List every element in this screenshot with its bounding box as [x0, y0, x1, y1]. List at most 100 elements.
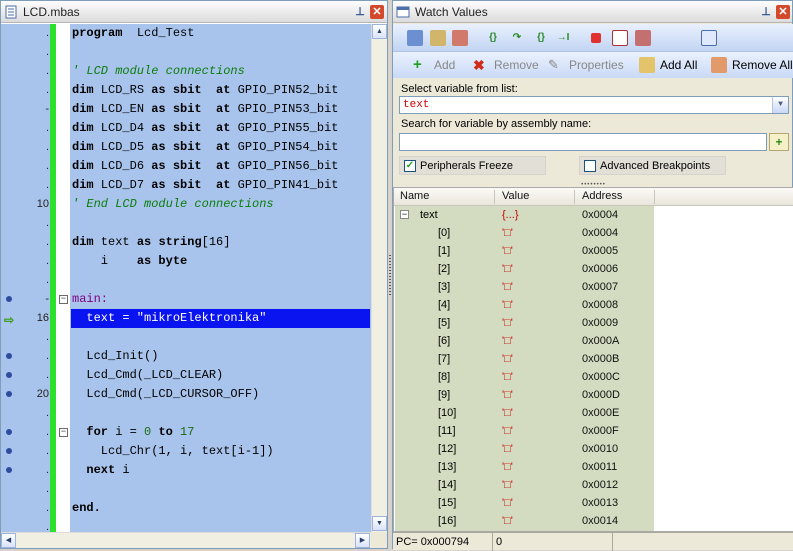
- watch-value[interactable]: '□': [502, 260, 513, 278]
- code-line[interactable]: 16 ⇨ text = "mikroElektronika": [1, 309, 371, 328]
- properties-button[interactable]: ✎ Properties: [548, 56, 624, 74]
- close-editor-button[interactable]: ✕: [370, 5, 384, 19]
- column-separator[interactable]: [494, 190, 495, 204]
- scroll-right-icon[interactable]: ▶: [355, 533, 370, 548]
- breakpoints-list-icon[interactable]: [612, 30, 628, 46]
- code-line[interactable]: . dim LCD_D6 as sbit at GPIO_PIN56_bit: [1, 157, 371, 176]
- watch-value[interactable]: '□': [502, 278, 513, 296]
- watch-row[interactable]: [15] '□' 0x0013: [394, 494, 793, 512]
- code-line[interactable]: . dim LCD_RS as sbit at GPIO_PIN52_bit: [1, 81, 371, 100]
- close-watch-button[interactable]: ✕: [776, 5, 790, 19]
- column-header-name[interactable]: Name: [400, 190, 429, 202]
- code-line[interactable]: .: [1, 404, 371, 423]
- scroll-down-icon[interactable]: ▼: [372, 516, 387, 531]
- advanced-breakpoints-checkbox[interactable]: Advanced Breakpoints: [579, 156, 726, 175]
- watch-row[interactable]: − text {...} 0x0004: [394, 206, 793, 224]
- breakpoint-marker-icon[interactable]: [6, 372, 12, 378]
- column-separator[interactable]: [574, 190, 575, 204]
- watch-row[interactable]: [14] '□' 0x0012: [394, 476, 793, 494]
- add-variable-icon[interactable]: +: [769, 133, 789, 151]
- watch-row[interactable]: [13] '□' 0x0011: [394, 458, 793, 476]
- code-area[interactable]: . program Lcd_Test.. ' LCD module connecti…: [1, 24, 371, 532]
- watch-value[interactable]: '□': [502, 422, 513, 440]
- scroll-up-icon[interactable]: ▲: [372, 24, 387, 39]
- step-into-icon[interactable]: {}: [485, 30, 501, 46]
- editor-horizontal-scrollbar[interactable]: ◀ ▶: [1, 532, 371, 548]
- variable-select[interactable]: text ▼: [399, 96, 789, 114]
- add-button[interactable]: + Add: [413, 56, 455, 74]
- code-line[interactable]: .: [1, 518, 371, 532]
- watch-value[interactable]: '□': [502, 476, 513, 494]
- breakpoint-marker-icon[interactable]: [6, 448, 12, 454]
- watch-value[interactable]: '□': [502, 224, 513, 242]
- step-out-icon[interactable]: {}: [533, 30, 549, 46]
- watch-row[interactable]: [0] '□' 0x0004: [394, 224, 793, 242]
- column-header-value[interactable]: Value: [502, 190, 529, 202]
- peripherals-freeze-checkbox[interactable]: ✓ Peripherals Freeze: [399, 156, 546, 175]
- watch-row[interactable]: [2] '□' 0x0006: [394, 260, 793, 278]
- remove-button[interactable]: ✖ Remove: [473, 56, 539, 74]
- watch-row[interactable]: [5] '□' 0x0009: [394, 314, 793, 332]
- watch-value[interactable]: '□': [502, 332, 513, 350]
- watch-row[interactable]: [16] '□' 0x0014: [394, 512, 793, 530]
- code-line[interactable]: . ' LCD module connections: [1, 62, 371, 81]
- stop-debugger-icon[interactable]: [452, 30, 468, 46]
- watch-row[interactable]: [3] '□' 0x0007: [394, 278, 793, 296]
- column-separator[interactable]: [654, 190, 655, 204]
- code-line[interactable]: . next i: [1, 461, 371, 480]
- watch-row[interactable]: [6] '□' 0x000A: [394, 332, 793, 350]
- code-line[interactable]: . dim LCD_D4 as sbit at GPIO_PIN55_bit: [1, 119, 371, 138]
- start-debugger-icon[interactable]: [407, 30, 423, 46]
- code-line[interactable]: . Lcd_Chr(1, i, text[i-1]): [1, 442, 371, 461]
- pin-icon[interactable]: ⊥: [759, 5, 773, 19]
- code-line[interactable]: . dim LCD_D7 as sbit at GPIO_PIN41_bit: [1, 176, 371, 195]
- pin-icon[interactable]: ⊥: [353, 5, 367, 19]
- code-line[interactable]: .: [1, 43, 371, 62]
- watch-grid[interactable]: Name Value Address − text {...} 0x0004 [0] '□…: [393, 187, 793, 532]
- code-line[interactable]: . dim LCD_D5 as sbit at GPIO_PIN54_bit: [1, 138, 371, 157]
- watch-value[interactable]: '□': [502, 368, 513, 386]
- watch-value[interactable]: '□': [502, 404, 513, 422]
- code-line[interactable]: .: [1, 214, 371, 233]
- run-to-cursor-icon[interactable]: →I: [555, 30, 571, 46]
- watch-row[interactable]: [10] '□' 0x000E: [394, 404, 793, 422]
- breakpoint-marker-icon[interactable]: [6, 296, 12, 302]
- watch-value[interactable]: '□': [502, 242, 513, 260]
- code-line[interactable]: . program Lcd_Test: [1, 24, 371, 43]
- watch-row[interactable]: [7] '□' 0x000B: [394, 350, 793, 368]
- watch-value[interactable]: '□': [502, 512, 513, 530]
- add-all-button[interactable]: Add All: [639, 56, 697, 74]
- watch-value[interactable]: '□': [502, 314, 513, 332]
- clear-breakpoints-icon[interactable]: [635, 30, 651, 46]
- code-line[interactable]: . i as byte: [1, 252, 371, 271]
- column-header-address[interactable]: Address: [582, 190, 622, 202]
- code-line[interactable]: - dim LCD_EN as sbit at GPIO_PIN53_bit: [1, 100, 371, 119]
- fold-toggle-icon[interactable]: −: [59, 428, 68, 437]
- watch-row[interactable]: [12] '□' 0x0010: [394, 440, 793, 458]
- watch-value[interactable]: {...}: [502, 206, 519, 224]
- code-line[interactable]: . Lcd_Init(): [1, 347, 371, 366]
- watch-row[interactable]: [9] '□' 0x000D: [394, 386, 793, 404]
- code-line[interactable]: . − for i = 0 to 17: [1, 423, 371, 442]
- watch-row[interactable]: [11] '□' 0x000F: [394, 422, 793, 440]
- step-over-icon[interactable]: ↷: [509, 30, 525, 46]
- breakpoint-marker-icon[interactable]: [6, 467, 12, 473]
- splitter-grip[interactable]: [389, 255, 391, 295]
- code-line[interactable]: - − main:: [1, 290, 371, 309]
- code-line[interactable]: . dim text as string[16]: [1, 233, 371, 252]
- watch-value[interactable]: '□': [502, 350, 513, 368]
- toggle-breakpoint-icon[interactable]: [591, 33, 601, 43]
- run-icon[interactable]: [430, 30, 446, 46]
- assembly-name-input[interactable]: [399, 133, 767, 151]
- breakpoint-marker-icon[interactable]: [6, 429, 12, 435]
- watch-value[interactable]: '□': [502, 494, 513, 512]
- code-line[interactable]: .: [1, 480, 371, 499]
- watch-value[interactable]: '□': [502, 296, 513, 314]
- chevron-down-icon[interactable]: ▼: [772, 97, 788, 113]
- code-line[interactable]: . Lcd_Cmd(_LCD_CLEAR): [1, 366, 371, 385]
- watch-value[interactable]: '□': [502, 440, 513, 458]
- remove-all-button[interactable]: Remove All: [711, 56, 793, 74]
- fold-toggle-icon[interactable]: −: [59, 295, 68, 304]
- collapse-icon[interactable]: −: [400, 210, 409, 219]
- breakpoint-marker-icon[interactable]: [6, 391, 12, 397]
